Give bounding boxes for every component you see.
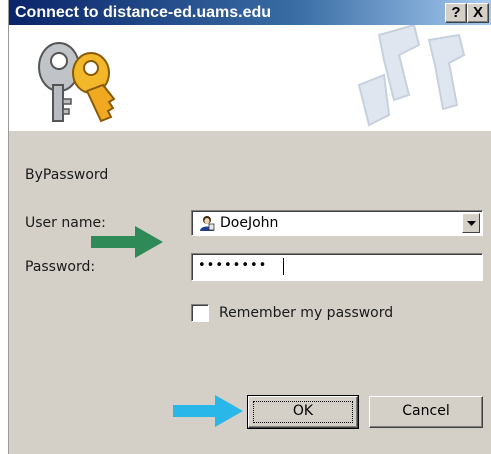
cancel-button[interactable]: Cancel (369, 396, 483, 428)
password-label: Password: (25, 259, 96, 275)
chevron-down-icon (467, 221, 476, 226)
focus-rectangle (253, 401, 353, 423)
username-combobox[interactable]: DoeJohn (191, 210, 483, 236)
banner (9, 25, 491, 131)
ok-button[interactable]: OK (247, 395, 359, 429)
help-button[interactable]: ? (445, 3, 467, 23)
background-key-art (357, 25, 466, 127)
keys-icon (38, 42, 116, 123)
blue-arrow-icon (173, 395, 243, 427)
remember-password-checkbox[interactable] (191, 304, 209, 322)
window-title: Connect to distance-ed.uams.edu (15, 4, 272, 21)
password-value: •••••••• (198, 258, 268, 273)
user-icon (200, 216, 215, 231)
remember-password-label[interactable]: Remember my password (219, 305, 393, 321)
password-input[interactable]: •••••••• (191, 253, 483, 281)
text-caret (283, 258, 284, 275)
auth-type-label: ByPassword (25, 167, 109, 183)
username-dropdown-button[interactable] (462, 213, 480, 233)
title-bar: Connect to distance-ed.uams.edu ? X (9, 0, 491, 25)
green-arrow-icon (91, 226, 163, 258)
background-window-edge (0, 0, 9, 454)
close-button[interactable]: X (467, 3, 489, 23)
login-dialog: Connect to distance-ed.uams.edu ? X ByPa… (9, 0, 491, 454)
username-value: DoeJohn (220, 215, 279, 231)
